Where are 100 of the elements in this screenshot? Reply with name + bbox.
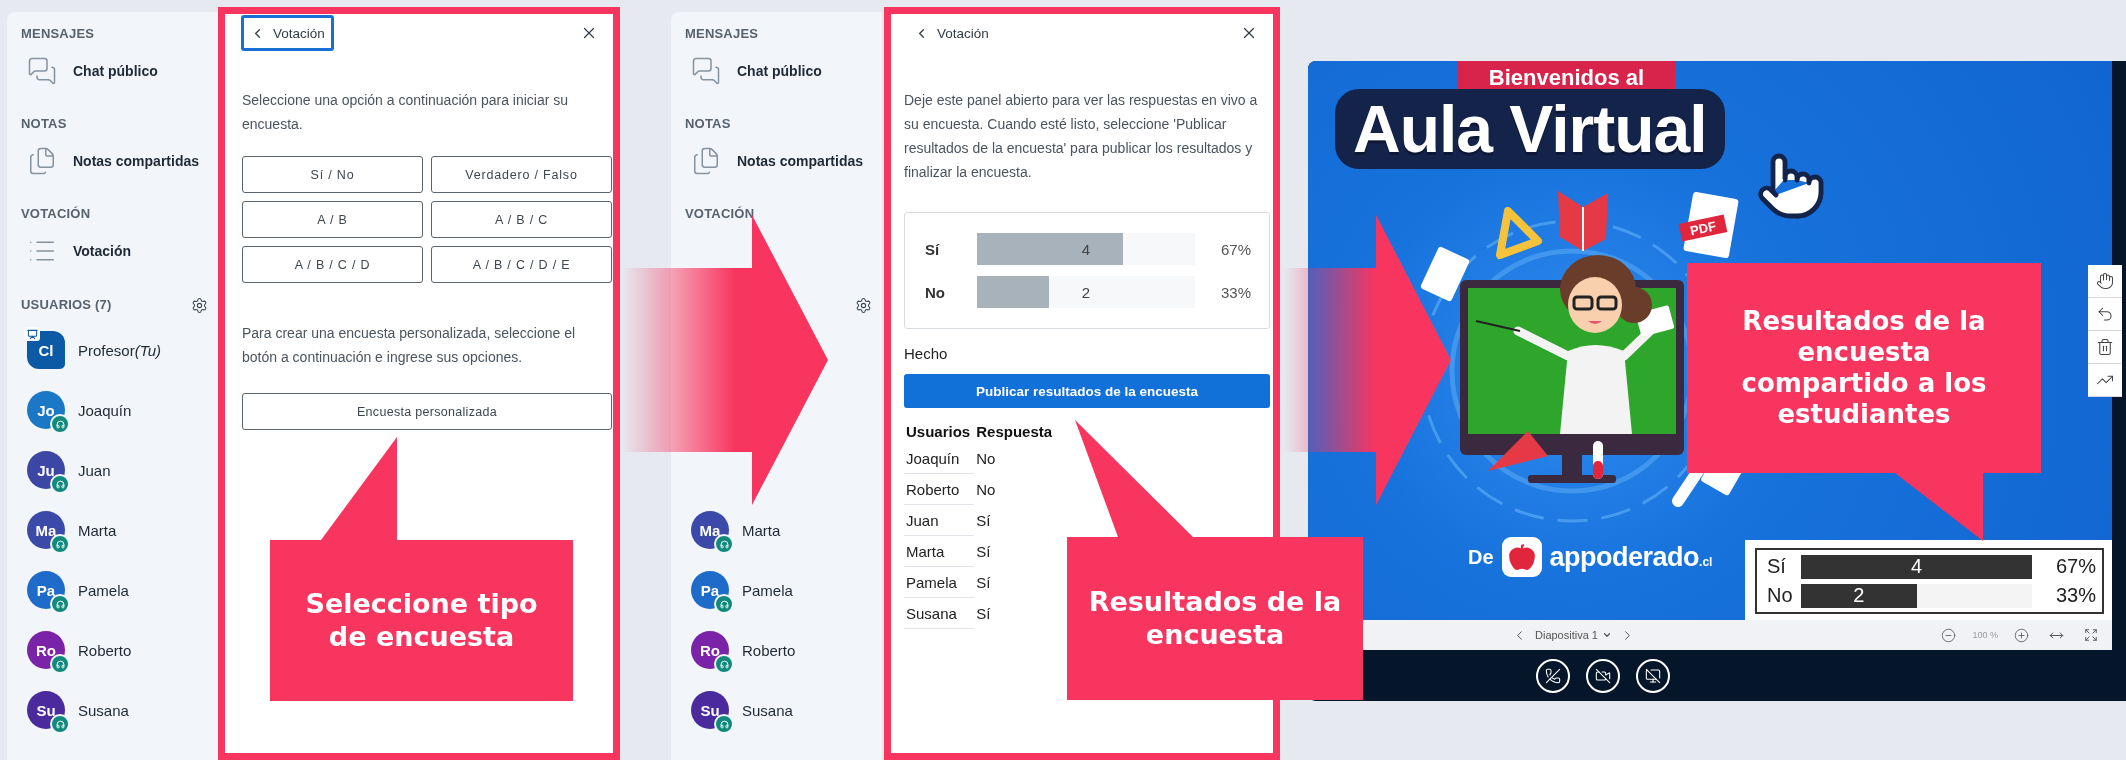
- phone-off-button[interactable]: [1536, 658, 1570, 693]
- sidebar-item[interactable]: Chat público: [21, 52, 164, 90]
- table-cell: Sí: [974, 597, 1057, 629]
- table-cell: Marta: [904, 535, 975, 567]
- table-cell: Pamela: [904, 566, 975, 598]
- sidebar-item[interactable]: Chat público: [685, 52, 828, 90]
- table-cell: No: [974, 473, 1057, 505]
- section-heading: USUARIOS (7): [21, 297, 112, 313]
- vote-percent: 67%: [1220, 240, 1251, 258]
- trash-icon: [2096, 338, 2114, 356]
- brand-domain: .cl: [1699, 555, 1713, 569]
- instruction-text: Seleccione una opción a continuación para iniciar su encuesta.: [242, 91, 570, 134]
- hand-icon: [2096, 272, 2114, 290]
- headphones-icon: [50, 474, 70, 494]
- fullscreen-icon: [2084, 628, 2098, 642]
- table-cell: No: [974, 443, 1057, 474]
- headphones-icon: [50, 654, 70, 674]
- user-name[interactable]: Roberto: [742, 641, 796, 659]
- zoom-in-icon: [2014, 627, 2029, 643]
- poll-option-button[interactable]: A / B / C / D: [242, 246, 423, 283]
- user-name[interactable]: Susana: [742, 701, 793, 719]
- settings-icon[interactable]: [191, 296, 208, 314]
- zoom-out-icon: [1941, 627, 1957, 643]
- column-header: Respuesta: [975, 422, 1054, 442]
- poll-option-button[interactable]: Verdadero / Falso: [431, 156, 612, 193]
- answer-label: No: [1767, 584, 1794, 607]
- brand-name: appoderado: [1549, 541, 1700, 573]
- headphones-icon: [50, 714, 70, 734]
- user-name[interactable]: Marta: [742, 521, 781, 539]
- status-text: Hecho: [904, 345, 948, 362]
- monitor-off-icon: [1645, 667, 1661, 684]
- back-button[interactable]: Votación: [241, 15, 334, 51]
- instruction-text: Para crear una encuesta personalizada, seleccione el botón a continuación e ingrese sus opciones.: [242, 324, 577, 367]
- headphones-icon: [714, 534, 734, 554]
- avatar: Cl: [27, 331, 65, 369]
- instruction-text: Deje este panel abierto para ver las respuestas en vivo a su encuesta. Cuando esté listo, seleccione 'Publicar resultados de la encuesta' para publicar los resultados y finalizar la encuesta.: [904, 91, 1259, 182]
- publish-results-button[interactable]: Publicar resultados de la encuesta: [904, 374, 1270, 408]
- sidebar-item[interactable]: Notas compartidas: [21, 142, 206, 180]
- chat-bubbles-icon: [27, 56, 57, 86]
- poll-option-button[interactable]: Sí / No: [242, 156, 423, 193]
- section-heading: MENSAJES: [685, 26, 759, 42]
- table-cell: Sí: [974, 504, 1057, 536]
- poll-option-button[interactable]: A / B / C / D / E: [431, 246, 612, 283]
- headphones-icon: [50, 534, 70, 554]
- documents-icon: [27, 146, 57, 176]
- table-cell: Sí: [974, 566, 1057, 598]
- undo-icon: [2096, 305, 2114, 323]
- answer-label: Sí: [925, 240, 941, 258]
- custom-poll-button[interactable]: Encuesta personalizada: [242, 393, 612, 430]
- table-cell: Roberto: [904, 473, 975, 505]
- chat-bubbles-icon: [691, 56, 721, 86]
- vote-count: 4: [1910, 555, 1923, 578]
- apple-logo-icon: [1501, 537, 1542, 577]
- sidebar-item[interactable]: Votación: [21, 232, 138, 270]
- user-name[interactable]: Pamela: [78, 581, 129, 599]
- headphones-icon: [50, 414, 70, 434]
- section-heading: VOTACIÓN: [685, 206, 755, 222]
- table-cell: Sí: [974, 535, 1057, 567]
- section-heading: NOTAS: [685, 116, 731, 132]
- user-name[interactable]: Juan: [78, 461, 111, 479]
- headphones-icon: [714, 714, 734, 734]
- column-header: Usuarios: [905, 422, 972, 442]
- section-heading: NOTAS: [21, 116, 67, 132]
- hand-tool-button[interactable]: [2088, 265, 2122, 298]
- user-name[interactable]: Susana: [78, 701, 129, 719]
- table-cell: Susana: [904, 597, 975, 629]
- poll-option-button[interactable]: A / B / C: [431, 201, 612, 238]
- vote-percent: 33%: [2054, 584, 2096, 607]
- caret-icon: [1602, 630, 1612, 640]
- sidebar-item[interactable]: Notas compartidas: [685, 142, 870, 180]
- user-name[interactable]: Joaquín: [78, 401, 132, 419]
- user-name[interactable]: Marta: [78, 521, 117, 539]
- poll-option-button[interactable]: A / B: [242, 201, 423, 238]
- table-cell: Joaquín: [904, 443, 975, 474]
- headphones-icon: [714, 594, 734, 614]
- section-heading: VOTACIÓN: [21, 206, 91, 222]
- slide-selector[interactable]: Diapositiva 1: [1531, 623, 1616, 647]
- callout: Seleccione tipo de encuesta: [270, 437, 573, 701]
- headphones-icon: [714, 654, 734, 674]
- documents-icon: [691, 146, 721, 176]
- zoom-level: 100 %: [1972, 630, 1998, 640]
- vote-percent: 33%: [1220, 283, 1251, 301]
- user-name[interactable]: Roberto: [78, 641, 132, 659]
- answer-label: No: [925, 283, 946, 301]
- vote-count: 2: [1853, 584, 1865, 607]
- vote-count: 2: [1081, 283, 1091, 301]
- callout: Resultados de la encuesta: [1067, 420, 1363, 700]
- screen-share-off-button[interactable]: [1636, 658, 1670, 693]
- presentation-icon: [24, 327, 40, 341]
- video-off-button[interactable]: [1586, 658, 1620, 693]
- headphones-icon: [50, 594, 70, 614]
- settings-icon[interactable]: [855, 296, 872, 314]
- vote-percent: 67%: [2054, 555, 2096, 578]
- callout: Resultados de la encuesta compartido a los estudiantes: [1687, 263, 2041, 543]
- user-name[interactable]: Profesor(Tu): [78, 341, 162, 359]
- pdf-label: PDF: [1688, 218, 1718, 239]
- vote-count: 4: [1081, 240, 1091, 258]
- section-heading: MENSAJES: [21, 26, 95, 42]
- user-name[interactable]: Pamela: [742, 581, 793, 599]
- phone-off-icon: [1545, 667, 1561, 684]
